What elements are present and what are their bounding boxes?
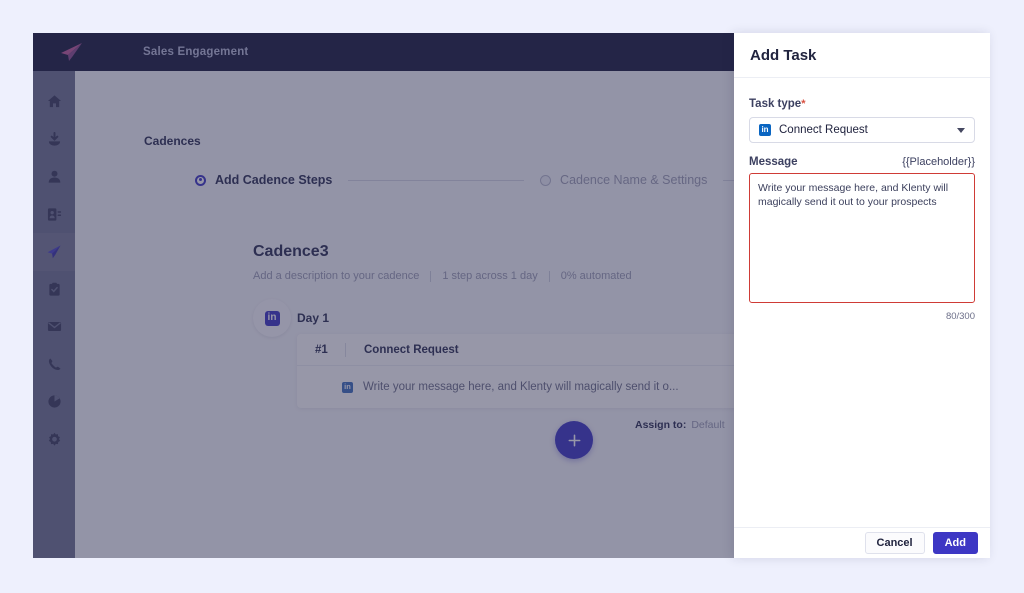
- message-header: Message {{Placeholder}}: [749, 156, 975, 168]
- step-indicator-active-icon: [195, 175, 206, 186]
- sidebar-item-tasks[interactable]: [33, 271, 75, 309]
- step-title: Connect Request: [364, 344, 459, 356]
- divider: [345, 343, 346, 357]
- add-task-panel: Add Task Task type* in Connect Request M…: [734, 33, 990, 558]
- meta-separator: [549, 271, 550, 282]
- step-indicator-inactive-icon: [540, 175, 551, 186]
- panel-title: Add Task: [750, 47, 816, 64]
- cancel-button[interactable]: Cancel: [865, 532, 925, 554]
- task-type-label-text: Task type: [749, 98, 801, 110]
- assign-to-label: Assign to:: [635, 419, 686, 431]
- home-icon: [47, 94, 62, 109]
- breadcrumb[interactable]: Cadences: [144, 134, 201, 148]
- cadence-name: Cadence3: [253, 243, 329, 261]
- stepper-step-add-cadence-steps[interactable]: Add Cadence Steps: [195, 173, 332, 187]
- sidebar-item-inbox[interactable]: [33, 121, 75, 159]
- sidebar-item-cadences[interactable]: [33, 233, 75, 271]
- plus-icon: [567, 433, 582, 448]
- linkedin-icon: in: [759, 124, 771, 136]
- cadence-automation-summary: 0% automated: [561, 270, 632, 282]
- clipboard-icon: [47, 282, 62, 297]
- add-step-button[interactable]: [555, 421, 593, 459]
- panel-body: Task type* in Connect Request Message {{…: [734, 78, 990, 527]
- sidebar-item-reports[interactable]: [33, 383, 75, 421]
- screenshot-root: Sales Engagement: [0, 0, 1024, 593]
- stepper-step-label: Add Cadence Steps: [215, 173, 332, 187]
- stepper-step-cadence-name-settings[interactable]: Cadence Name & Settings: [540, 173, 707, 187]
- message-textarea[interactable]: [749, 173, 975, 303]
- meta-separator: [430, 271, 431, 282]
- paper-plane-logo-icon[interactable]: [33, 33, 108, 71]
- cadence-steps-summary: 1 step across 1 day: [442, 270, 537, 282]
- cadence-description-placeholder[interactable]: Add a description to your cadence: [253, 270, 419, 282]
- panel-footer: Cancel Add: [734, 527, 990, 558]
- character-counter: 80/300: [749, 311, 975, 322]
- linkedin-icon: in: [342, 382, 353, 393]
- sidebar-item-contacts[interactable]: [33, 158, 75, 196]
- inbox-download-icon: [47, 132, 62, 147]
- panel-header: Add Task: [734, 33, 990, 78]
- phone-icon: [47, 357, 62, 372]
- linkedin-icon: in: [265, 311, 280, 326]
- person-icon: [47, 169, 62, 184]
- placeholder-token-button[interactable]: {{Placeholder}}: [902, 156, 975, 168]
- step-number: #1: [315, 344, 345, 356]
- sidebar-item-settings[interactable]: [33, 421, 75, 459]
- gear-icon: [47, 432, 62, 447]
- day-channel-badge: in: [253, 299, 291, 337]
- add-button[interactable]: Add: [933, 532, 978, 554]
- task-type-select[interactable]: in Connect Request: [749, 117, 975, 143]
- sidebar-item-mail[interactable]: [33, 308, 75, 346]
- paper-plane-icon: [46, 244, 62, 260]
- contact-card-icon: [47, 207, 62, 222]
- cadence-meta: Add a description to your cadence 1 step…: [253, 270, 632, 282]
- sidebar-item-contact-list[interactable]: [33, 196, 75, 234]
- assign-to-value[interactable]: Default: [691, 419, 724, 431]
- stepper-connector: [348, 180, 524, 181]
- envelope-icon: [47, 319, 62, 334]
- pie-chart-icon: [47, 394, 62, 409]
- sidebar-item-calls[interactable]: [33, 346, 75, 384]
- stepper-step-label: Cadence Name & Settings: [560, 173, 707, 187]
- day-label: Day 1: [297, 311, 329, 325]
- sidebar-item-home[interactable]: [33, 83, 75, 121]
- required-marker: *: [801, 98, 805, 110]
- message-label: Message: [749, 156, 798, 168]
- step-message-preview: Write your message here, and Klenty will…: [363, 381, 679, 393]
- left-sidebar: [33, 71, 75, 558]
- chevron-down-icon[interactable]: [957, 128, 965, 133]
- task-type-selected-value: Connect Request: [779, 124, 957, 136]
- task-type-label: Task type*: [749, 98, 975, 110]
- topbar-title: Sales Engagement: [143, 46, 248, 58]
